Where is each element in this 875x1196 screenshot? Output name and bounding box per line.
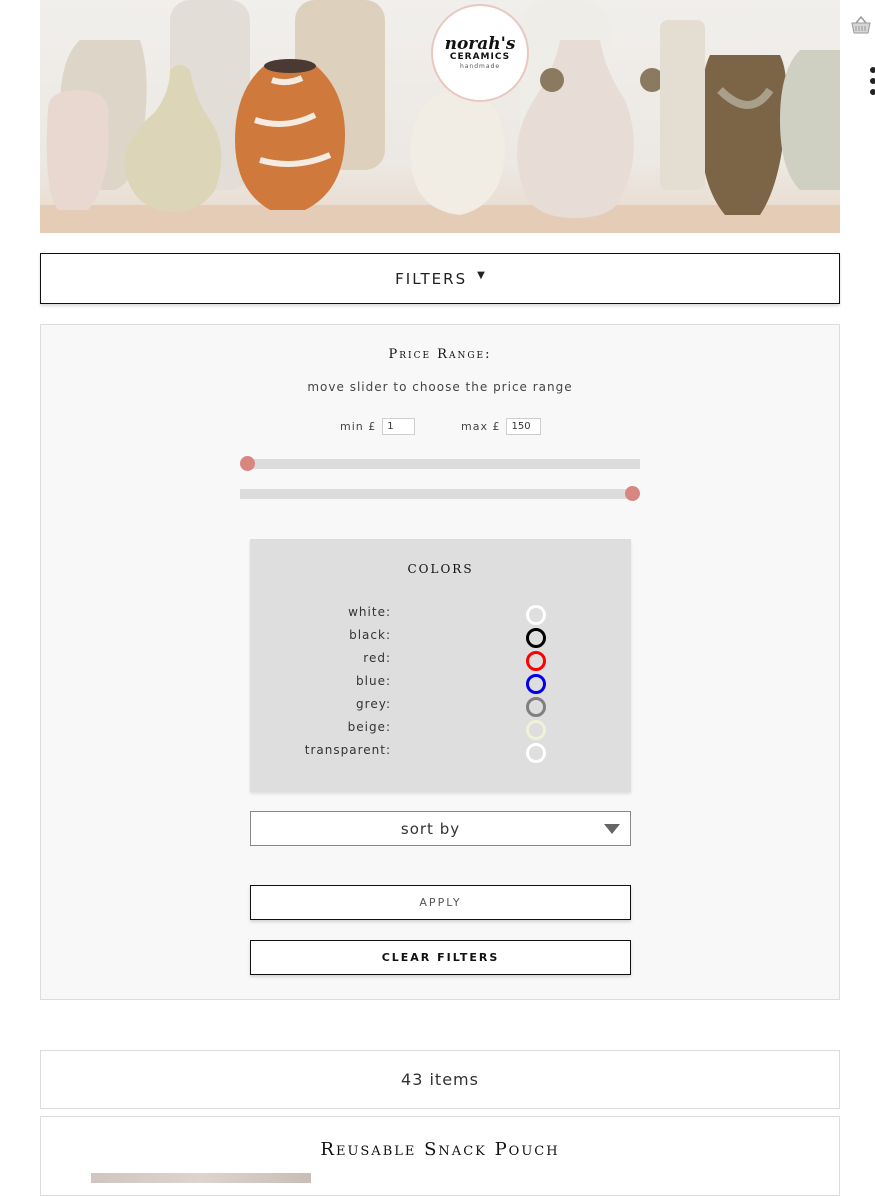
brand-logo[interactable]: norah's CERAMICS handmade — [431, 4, 529, 102]
product-card[interactable]: Reusable Snack Pouch — [40, 1116, 840, 1196]
color-radio-grey[interactable] — [526, 697, 546, 717]
product-title[interactable]: Reusable Snack Pouch — [41, 1139, 839, 1160]
apply-button[interactable]: APPLY — [250, 885, 631, 920]
more-icon[interactable] — [867, 64, 875, 98]
color-radio-beige[interactable] — [526, 720, 546, 740]
color-label: red: — [363, 651, 391, 665]
color-radio-blue[interactable] — [526, 674, 546, 694]
max-price-slider-track[interactable] — [240, 489, 631, 499]
logo-text-handmade: handmade — [459, 62, 501, 70]
items-count-text: 43 items — [401, 1070, 479, 1089]
filters-toggle-label: FILTERS — [395, 269, 468, 288]
color-option-red: red: — [250, 651, 631, 674]
sort-by-select[interactable]: sort by — [250, 811, 631, 846]
min-price-label: min £ — [340, 420, 377, 433]
color-option-blue: blue: — [250, 674, 631, 697]
logo-text-norahs: norah's — [444, 33, 516, 54]
color-radio-red[interactable] — [526, 651, 546, 671]
color-radio-white[interactable] — [526, 605, 546, 625]
colors-filter-box: COLORS white: black: red: blue: grey: be… — [250, 539, 631, 792]
max-price-slider-handle[interactable] — [625, 486, 640, 501]
colors-title: COLORS — [407, 562, 474, 576]
max-price-label: max £ — [461, 420, 501, 433]
filters-panel: Price Range: move slider to choose the p… — [40, 324, 840, 1000]
price-range-title: Price Range: — [388, 347, 492, 362]
clear-filters-button[interactable]: CLEAR FILTERS — [250, 940, 631, 975]
caret-down-icon: ▼ — [477, 270, 485, 281]
min-price-slider-handle[interactable] — [240, 456, 255, 471]
price-range-hint: move slider to choose the price range — [307, 380, 573, 394]
product-image[interactable] — [91, 1173, 311, 1183]
color-label: transparent: — [304, 743, 391, 757]
color-label: beige: — [347, 720, 391, 734]
min-price-slider-track[interactable] — [249, 459, 640, 469]
color-radio-black[interactable] — [526, 628, 546, 648]
filters-toggle-button[interactable]: FILTERS ▼ — [40, 253, 840, 304]
dropdown-arrow-icon — [604, 824, 620, 834]
color-option-black: black: — [250, 628, 631, 651]
min-price-input[interactable] — [382, 418, 416, 435]
color-option-grey: grey: — [250, 697, 631, 720]
hero-banner: norah's CERAMICS handmade — [40, 0, 840, 233]
color-option-white: white: — [250, 605, 631, 628]
max-price-group: max £ — [461, 418, 542, 435]
color-label: blue: — [356, 674, 391, 688]
color-option-beige: beige: — [250, 720, 631, 743]
logo-text-ceramics: CERAMICS — [449, 51, 511, 62]
min-price-group: min £ — [340, 418, 416, 435]
basket-icon[interactable] — [850, 14, 872, 36]
color-label: grey: — [356, 697, 391, 711]
max-price-input[interactable] — [506, 418, 542, 435]
color-label: white: — [348, 605, 391, 619]
color-label: black: — [349, 628, 391, 642]
items-count: 43 items — [40, 1050, 840, 1109]
color-option-transparent: transparent: — [250, 743, 631, 766]
sort-by-label: sort by — [400, 819, 461, 838]
color-radio-transparent[interactable] — [526, 743, 546, 763]
